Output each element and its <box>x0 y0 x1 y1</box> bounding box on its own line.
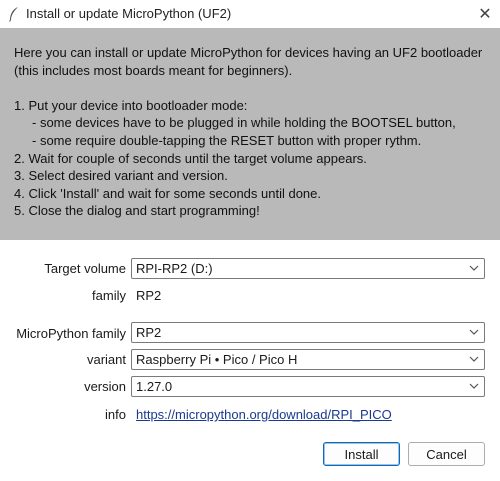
close-button[interactable]: ✕ <box>470 0 500 28</box>
micropython-family-value: RP2 <box>136 325 162 340</box>
target-volume-select[interactable]: RPI-RP2 (D:) <box>131 258 485 279</box>
intro-line-1: Here you can install or update MicroPyth… <box>14 45 483 60</box>
window-title: Install or update MicroPython (UF2) <box>26 6 232 21</box>
chevron-down-icon <box>469 265 479 271</box>
step-1b: - some require double-tapping the RESET … <box>32 132 422 148</box>
step-3: 3. Select desired variant and version. <box>14 168 228 184</box>
step-4: 4. Click 'Install' and wait for some sec… <box>14 185 322 201</box>
chevron-down-icon <box>469 329 479 335</box>
intro-line-2: (this includes most boards meant for beg… <box>14 62 293 78</box>
micropython-family-label: MicroPython family <box>16 326 126 341</box>
version-value: 1.27.0 <box>136 379 173 394</box>
target-volume-value: RPI-RP2 (D:) <box>136 261 213 276</box>
family-label: family <box>92 288 126 303</box>
title-bar: Install or update MicroPython (UF2) ✕ <box>0 0 500 28</box>
feather-icon <box>9 7 18 22</box>
instructions-panel: Here you can install or update MicroPyth… <box>0 28 500 240</box>
micropython-family-select[interactable]: RP2 <box>131 322 485 343</box>
target-volume-label: Target volume <box>44 261 126 276</box>
chevron-down-icon <box>469 383 479 389</box>
step-1a: - some devices have to be plugged in whi… <box>32 115 456 131</box>
step-1: 1. Put your device into bootloader mode: <box>14 97 248 113</box>
info-label: info <box>105 407 126 422</box>
step-5: 5. Close the dialog and start programmin… <box>14 203 260 219</box>
variant-value: Raspberry Pi • Pico / Pico H <box>136 352 298 367</box>
variant-select[interactable]: Raspberry Pi • Pico / Pico H <box>131 349 485 370</box>
close-icon: ✕ <box>478 6 492 23</box>
family-value: RP2 <box>136 288 162 303</box>
info-link[interactable]: https://micropython.org/download/RPI_PIC… <box>136 407 392 422</box>
version-label: version <box>84 379 126 394</box>
cancel-button[interactable]: Cancel <box>408 442 485 466</box>
install-button[interactable]: Install <box>323 442 400 466</box>
variant-label: variant <box>86 352 126 367</box>
step-2: 2. Wait for couple of seconds until the … <box>14 150 367 166</box>
version-select[interactable]: 1.27.0 <box>131 376 485 397</box>
chevron-down-icon <box>469 356 479 362</box>
